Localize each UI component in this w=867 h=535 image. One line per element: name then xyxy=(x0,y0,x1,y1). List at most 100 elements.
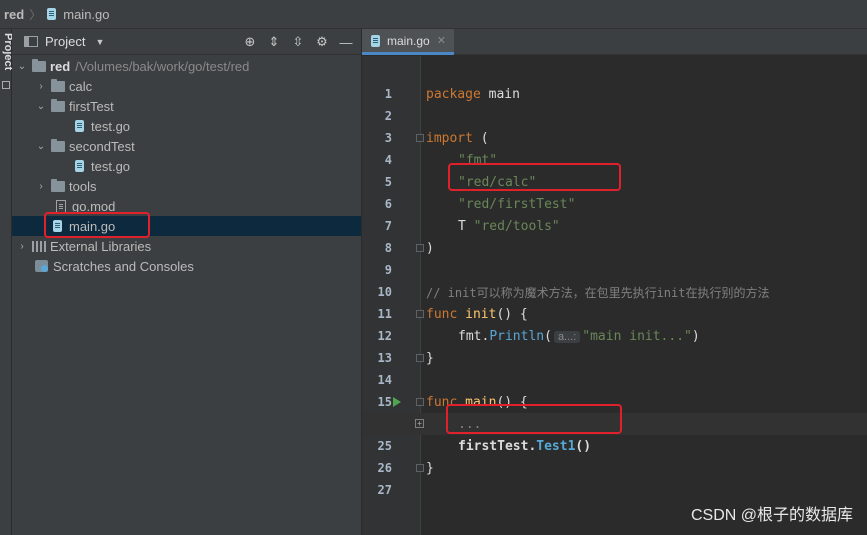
chevron-down-icon[interactable]: ⌄ xyxy=(35,101,47,112)
code-text: main xyxy=(480,86,520,102)
minimize-icon[interactable]: — xyxy=(337,33,355,51)
gear-icon[interactable]: ⚙ xyxy=(313,33,331,51)
code-text: ( xyxy=(472,130,489,146)
chevron-down-icon[interactable]: ⌄ xyxy=(16,61,28,72)
code-text: () xyxy=(575,438,592,454)
line-number: 8 xyxy=(384,241,392,255)
chevron-right-icon[interactable]: › xyxy=(35,181,47,192)
code-string: "red/tools" xyxy=(473,218,560,234)
folder-icon xyxy=(51,98,65,112)
code-line: 10 // init可以称为魔术方法，在包里先执行init在执行别的方法 xyxy=(362,281,867,303)
code-text: } xyxy=(426,350,434,366)
tree-item-label: firstTest xyxy=(69,98,114,114)
code-function: init xyxy=(457,306,497,322)
code-keyword: import xyxy=(426,130,473,146)
chevron-down-icon[interactable]: ▼ xyxy=(95,37,104,47)
tree-item-label: secondTest xyxy=(69,138,135,154)
chevron-down-icon[interactable]: ⌄ xyxy=(35,141,47,152)
fold-marker-icon[interactable] xyxy=(416,354,424,362)
tree-item-path: /Volumes/bak/work/go/test/red xyxy=(75,58,250,74)
code-call: Test1 xyxy=(536,438,576,454)
folder-icon xyxy=(32,58,46,72)
code-line: 4 "fmt" xyxy=(362,149,867,171)
tree-item-calc[interactable]: › calc xyxy=(12,76,361,96)
tree-item-label: Scratches and Consoles xyxy=(53,258,194,274)
fold-marker-icon[interactable] xyxy=(416,464,424,472)
code-line: 12 fmt.Println(a...: "main init...") xyxy=(362,325,867,347)
mod-file-icon xyxy=(56,199,66,213)
code-text: } xyxy=(426,460,434,476)
folder-icon xyxy=(51,78,65,92)
breadcrumb-separator: 〉 xyxy=(29,7,42,22)
editor: main.go ✕ 1 package main 2 3 import ( 4 … xyxy=(362,29,867,535)
tree-item-go-mod[interactable]: go.mod xyxy=(12,196,361,216)
library-icon xyxy=(32,240,46,252)
tree-item-secondtest[interactable]: ⌄ secondTest xyxy=(12,136,361,156)
editor-tabs: main.go ✕ xyxy=(362,29,867,55)
scratches-icon xyxy=(35,260,48,272)
code-line: 6 "red/firstTest" xyxy=(362,193,867,215)
code-keyword: package xyxy=(426,86,481,102)
tree-item-tools[interactable]: › tools xyxy=(12,176,361,196)
tree-item-main-go[interactable]: main.go xyxy=(12,216,361,236)
tree-item-firsttest[interactable]: ⌄ firstTest xyxy=(12,96,361,116)
line-number: 7 xyxy=(384,219,392,233)
code-line: 8 ) xyxy=(362,237,867,259)
tree-item-secondtest-test-go[interactable]: test.go xyxy=(12,156,361,176)
tree-item-label: main.go xyxy=(69,218,116,234)
structure-icon[interactable] xyxy=(2,81,10,89)
line-number: 26 xyxy=(377,461,392,475)
fold-marker-icon[interactable] xyxy=(416,244,424,252)
expand-all-icon[interactable]: ⇕ xyxy=(265,33,283,51)
navigation-bar: red 〉 main.go xyxy=(0,0,867,29)
fold-marker-icon[interactable] xyxy=(416,134,424,142)
go-file-icon xyxy=(46,7,57,21)
project-panel: Project ▼ ⊕ ⇕ ⇳ ⚙ — ⌄ red /Volumes/bak/w… xyxy=(12,29,362,535)
go-file-icon xyxy=(74,119,85,133)
go-file-icon xyxy=(74,159,85,173)
locate-icon[interactable]: ⊕ xyxy=(241,33,259,51)
chevron-right-icon[interactable]: › xyxy=(16,241,28,252)
fold-marker-icon[interactable] xyxy=(416,398,424,406)
line-number: 10 xyxy=(377,285,392,299)
folded-code-placeholder[interactable]: ... xyxy=(458,417,481,432)
code-line: 3 import ( xyxy=(362,127,867,149)
code-area[interactable]: 1 package main 2 3 import ( 4 "fmt" 5 "r… xyxy=(362,56,867,535)
chevron-right-icon[interactable]: › xyxy=(35,81,47,92)
go-file-icon xyxy=(52,219,63,233)
code-text: ( xyxy=(544,328,552,344)
run-icon[interactable] xyxy=(393,397,401,407)
breadcrumb-file[interactable]: main.go xyxy=(63,7,109,22)
tree-item-scratches[interactable]: Scratches and Consoles xyxy=(12,256,361,276)
line-number: 5 xyxy=(384,175,392,189)
collapse-all-icon[interactable]: ⇳ xyxy=(289,33,307,51)
line-number: 13 xyxy=(377,351,392,365)
tree-item-label: test.go xyxy=(91,158,131,174)
line-number: 3 xyxy=(384,131,392,145)
breadcrumb-project[interactable]: red xyxy=(4,7,24,22)
tree-item-label: go.mod xyxy=(72,198,116,214)
code-line: 25 firstTest.Test1() xyxy=(362,435,867,457)
code-text: () { xyxy=(496,306,528,322)
tab-main-go[interactable]: main.go ✕ xyxy=(362,29,454,55)
code-text: ) xyxy=(426,240,434,256)
tree-item-label: red xyxy=(50,58,71,74)
close-icon[interactable]: ✕ xyxy=(437,34,446,47)
tree-item-firsttest-test-go[interactable]: test.go xyxy=(12,116,361,136)
code-text: T xyxy=(458,218,474,234)
code-line: 14 xyxy=(362,369,867,391)
code-line-folded: + ... xyxy=(362,413,867,435)
tree-item-label: tools xyxy=(69,178,97,194)
line-number: 6 xyxy=(384,197,392,211)
go-file-icon xyxy=(370,34,381,48)
project-panel-title[interactable]: Project xyxy=(45,34,85,49)
code-line: 7 T "red/tools" xyxy=(362,215,867,237)
fold-marker-icon[interactable] xyxy=(416,310,424,318)
code-text: fmt. xyxy=(458,328,490,344)
parameter-hint: a...: xyxy=(553,330,581,343)
project-view-icon xyxy=(24,36,38,47)
code-text: firstTest. xyxy=(458,438,537,454)
tree-item-external-libraries[interactable]: › External Libraries xyxy=(12,236,361,256)
tree-item-red[interactable]: ⌄ red /Volumes/bak/work/go/test/red xyxy=(12,56,361,76)
expand-fold-icon[interactable]: + xyxy=(415,419,424,428)
